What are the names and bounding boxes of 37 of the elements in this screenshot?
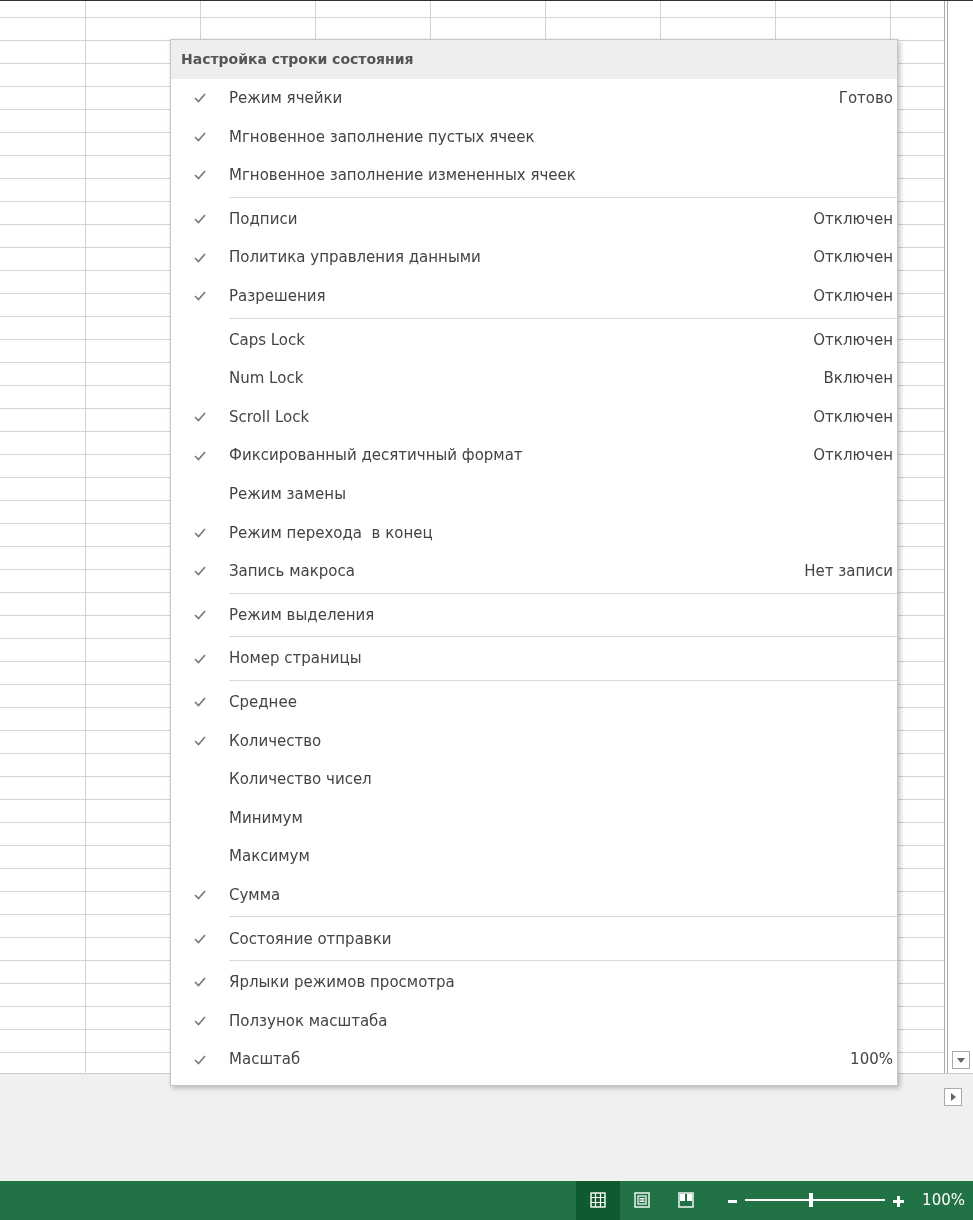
menu-item[interactable]: Разрешения [229,285,814,308]
menu-item[interactable]: Фиксированный десятичный формат [229,444,814,467]
menu-item[interactable]: Количество [229,729,893,753]
menu-item-value: Нет записи [804,561,893,583]
menu-item[interactable]: Caps Lock [229,328,814,352]
menu-item[interactable]: Режим перехода в конец [229,521,893,545]
menu-item[interactable]: Мгновенное заполнение пустых ячеек [229,125,893,149]
menu-item[interactable]: Максимум [229,845,893,868]
menu-item-value: Отключен [813,286,893,307]
menu-item[interactable]: Num Lock [229,367,824,390]
menu-item[interactable]: Масштаб [229,1048,851,1071]
menu-item[interactable]: Ползунок масштаба [229,1009,893,1033]
menu-item[interactable]: Scroll Lock [229,405,814,429]
menu-item[interactable]: Сумма [229,883,893,907]
menu-item[interactable]: Режим выделения [229,603,893,627]
zoom-level[interactable]: 100% [922,1188,965,1212]
menu-item[interactable]: Ярлыки режимов просмотра [229,971,893,994]
menu-item-value: Отключен [813,406,893,428]
menu-item[interactable]: Количество чисел [229,768,893,791]
menu-item[interactable]: Мгновенное заполнение измененных ячеек [229,164,893,187]
menu-item-value: Отключен [813,208,893,230]
menu-item[interactable]: Запись макроса [229,560,805,583]
menu-item[interactable]: Состояние отправки [229,927,893,950]
menu-item[interactable]: Минимум [229,806,893,830]
menu-title: Настройка строки состояния [171,40,897,79]
menu-item[interactable]: Среднее [229,690,893,714]
menu-item-value: Отключен [813,247,893,269]
menu-item[interactable]: Режим ячейки [229,87,839,110]
menu-item-value: Отключен [813,329,893,351]
menu-item[interactable]: Политика управления данными [229,246,814,269]
menu-item[interactable]: Номер страницы [229,647,893,670]
menu-item-value: Отключен [813,445,893,467]
menu-item-value: Готово [838,88,893,110]
menu-item-value: Включен [823,368,893,390]
menu-item[interactable]: Подписи [229,207,814,231]
menu-item-value: 100% [850,1049,893,1071]
menu-item[interactable]: Режим замены [229,483,893,506]
